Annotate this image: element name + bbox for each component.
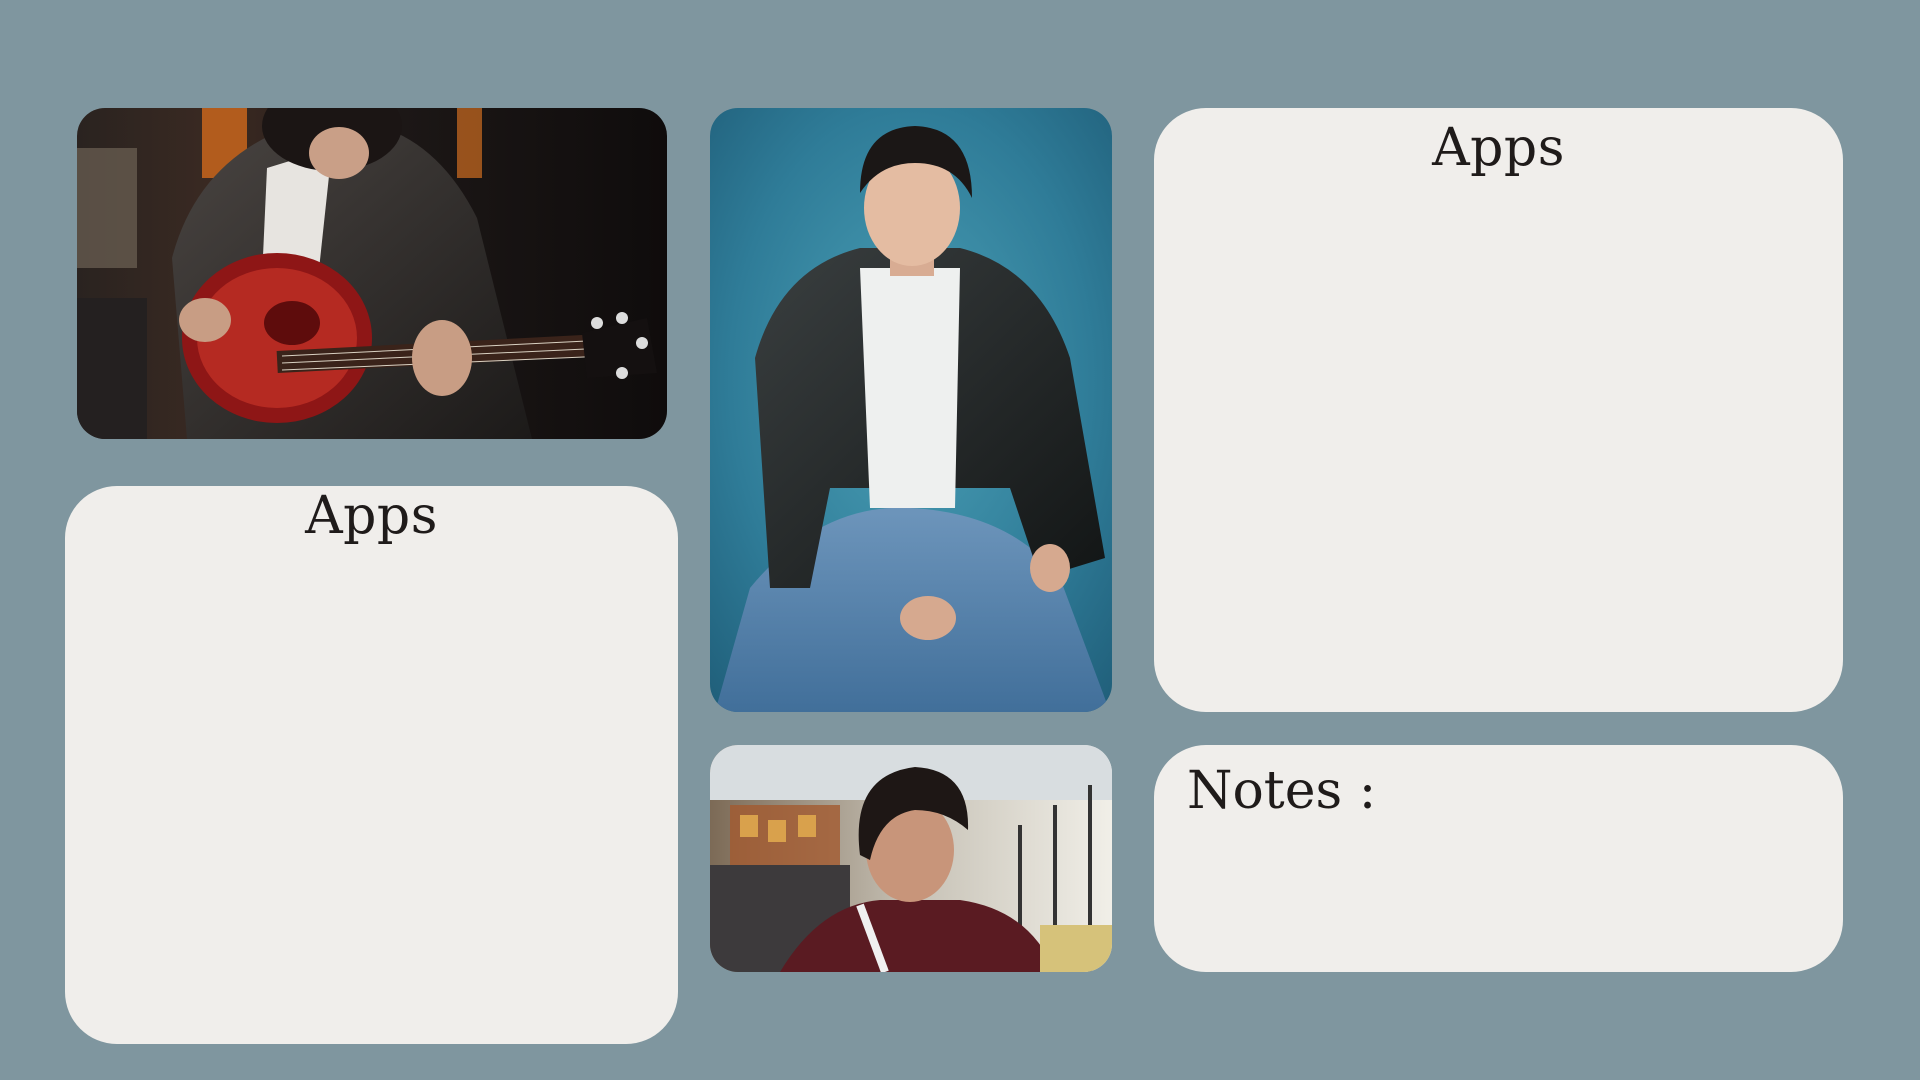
portrait-photo <box>710 108 1112 712</box>
left-apps-card: Apps <box>65 486 678 1044</box>
notes-card[interactable]: Notes : <box>1154 745 1843 972</box>
portrait-photo-image <box>710 108 1112 712</box>
notes-title: Notes : <box>1187 761 1377 821</box>
left-apps-title: Apps <box>305 486 438 546</box>
right-apps-title: Apps <box>1432 118 1565 178</box>
guitar-photo-image <box>77 108 667 439</box>
store-photo <box>710 745 1112 972</box>
store-photo-image <box>710 745 1112 972</box>
guitar-photo <box>77 108 667 439</box>
right-apps-card: Apps <box>1154 108 1843 712</box>
